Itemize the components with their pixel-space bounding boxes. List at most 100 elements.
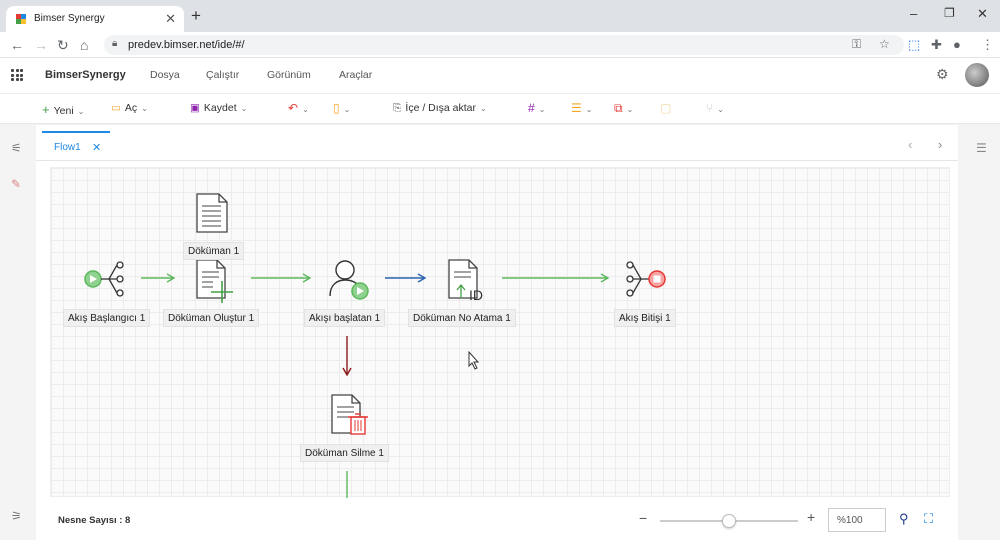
menu-tools[interactable]: Araçlar bbox=[339, 69, 372, 81]
lock-button[interactable]: ▢ bbox=[660, 101, 671, 115]
left-sidebar: ⚟ ✎ ⚞ bbox=[0, 125, 36, 540]
home-icon[interactable]: ⌂ bbox=[80, 37, 88, 53]
main-toolbar: + Yeni ⌄ ▭ Aç ⌄ ▣ Kaydet ⌄ ↶ ⌄ ▯ ⌄ ⎘ İçe / Dışa a… bbox=[0, 94, 1000, 124]
app-header: BimserSynergy Dosya Çalıştır Görünüm Ara… bbox=[0, 58, 1000, 94]
menu-view[interactable]: Görünüm bbox=[267, 69, 311, 81]
undo-icon: ↶ bbox=[288, 101, 299, 115]
browser-address-bar: ← → ↻ ⌂ 🔒︎ predev.bimser.net/ide/#/ ⚿ ☆ … bbox=[0, 32, 1000, 58]
lock-icon[interactable]: 🔒︎ bbox=[112, 38, 117, 49]
zoom-level-input[interactable]: %100 bbox=[828, 508, 886, 532]
profile-icon[interactable]: ● bbox=[953, 37, 961, 52]
open-button[interactable]: ▭ Aç ⌄ bbox=[111, 102, 148, 114]
arrange-button[interactable]: ⧉ ⌄ bbox=[614, 101, 633, 116]
key-icon[interactable]: ⚿ bbox=[852, 37, 861, 52]
new-label: Yeni bbox=[53, 105, 74, 117]
tools-icon[interactable]: ⚟ bbox=[11, 141, 22, 155]
document-id-icon[interactable]: ID bbox=[448, 259, 483, 303]
close-tab-icon[interactable]: ✕ bbox=[165, 11, 176, 27]
browser-tab-strip: Bimser Synergy ✕ + – ❐ ✕ bbox=[0, 0, 1000, 32]
chevron-down-icon: ⌄ bbox=[240, 104, 248, 113]
import-export-label: İçe / Dışa aktar bbox=[405, 102, 477, 114]
node-label-document[interactable]: Döküman 1 bbox=[183, 242, 245, 260]
extensions-icon[interactable]: ✚ bbox=[931, 37, 942, 53]
grid-icon: # bbox=[528, 101, 535, 115]
clipboard-button[interactable]: ▯ ⌄ bbox=[333, 101, 350, 115]
settings-sliders-icon[interactable]: ⚞ bbox=[11, 509, 22, 523]
new-button[interactable]: + Yeni ⌄ bbox=[42, 102, 84, 117]
import-export-icon: ⎘ bbox=[393, 102, 402, 114]
import-export-button[interactable]: ⎘ İçe / Dışa aktar ⌄ bbox=[393, 102, 487, 115]
save-button[interactable]: ▣ Kaydet ⌄ bbox=[190, 102, 247, 114]
start-node-icon[interactable] bbox=[84, 261, 124, 297]
node-label-flow-initiator[interactable]: Akışı başlatan 1 bbox=[304, 309, 386, 327]
node-label-document-delete[interactable]: Döküman Silme 1 bbox=[300, 444, 389, 462]
window-minimize-button[interactable]: – bbox=[910, 6, 917, 21]
connector-start-create[interactable] bbox=[141, 273, 176, 283]
document-create-icon[interactable] bbox=[196, 259, 233, 303]
folder-icon: ▭ bbox=[111, 102, 121, 114]
lock-icon: ▢ bbox=[660, 101, 672, 115]
window-maximize-button[interactable]: ❐ bbox=[944, 6, 955, 20]
browser-tab[interactable]: Bimser Synergy ✕ bbox=[6, 6, 184, 32]
tab-flow1[interactable]: Flow1 ✕ bbox=[42, 131, 110, 160]
document-delete-icon[interactable] bbox=[331, 394, 368, 435]
chevron-down-icon: ⌄ bbox=[77, 107, 85, 116]
zoom-in-button[interactable]: + bbox=[807, 509, 815, 525]
palette-icon[interactable]: ✎ bbox=[11, 177, 21, 191]
window-close-button[interactable]: ✕ bbox=[977, 6, 988, 22]
node-label-end[interactable]: Akış Bitişi 1 bbox=[614, 309, 676, 327]
plus-icon: + bbox=[42, 102, 50, 117]
arrange-icon: ⧉ bbox=[614, 101, 623, 115]
close-icon[interactable]: ✕ bbox=[92, 141, 101, 154]
url-text: predev.bimser.net/ide/#/ bbox=[128, 39, 245, 51]
save-disk-icon: ▣ bbox=[190, 102, 200, 114]
user-avatar[interactable] bbox=[965, 63, 989, 87]
zoom-slider-thumb[interactable] bbox=[722, 514, 736, 528]
node-label-document-create[interactable]: Döküman Oluştur 1 bbox=[163, 309, 260, 327]
align-button[interactable]: ☰ ⌄ bbox=[571, 101, 592, 115]
grid-button[interactable]: # ⌄ bbox=[528, 101, 545, 115]
forward-icon[interactable]: → bbox=[34, 37, 48, 53]
clipboard-icon: ▯ bbox=[333, 101, 340, 115]
app-launcher-icon[interactable] bbox=[11, 69, 23, 81]
mouse-cursor-icon bbox=[468, 350, 480, 370]
settings-gear-icon[interactable]: ⚙ bbox=[936, 66, 949, 83]
reload-icon[interactable]: ↻ bbox=[57, 37, 69, 54]
url-input[interactable]: 🔒︎ predev.bimser.net/ide/#/ ⚿ ☆ bbox=[104, 35, 904, 55]
connector-create-initiator[interactable] bbox=[251, 273, 312, 283]
chevron-right-icon[interactable]: › bbox=[938, 137, 942, 152]
connector-numbering-end[interactable] bbox=[502, 273, 610, 283]
chevron-down-icon: ⌄ bbox=[343, 105, 351, 114]
back-icon[interactable]: ← bbox=[10, 37, 24, 53]
fit-to-screen-icon[interactable]: ⛶ bbox=[924, 511, 933, 527]
align-icon: ☰ bbox=[571, 101, 582, 115]
bookmark-star-icon[interactable]: ☆ bbox=[879, 37, 890, 51]
node-label-start[interactable]: Akış Başlangıcı 1 bbox=[63, 309, 151, 327]
status-bar: Nesne Sayısı : 8 − + %100 ⚲ ⛶ bbox=[36, 500, 958, 540]
zoom-out-button[interactable]: − bbox=[639, 510, 647, 526]
connector-button[interactable]: ⑂ ⌄ bbox=[706, 101, 724, 115]
save-label: Kaydet bbox=[203, 102, 237, 114]
document-icon[interactable] bbox=[196, 193, 228, 233]
chevron-left-icon[interactable]: ‹ bbox=[908, 137, 912, 152]
connector-initiator-delete[interactable] bbox=[342, 336, 352, 377]
flow-canvas[interactable]: ID Döküman 1 Akış Başlangıcı 1 Döküman O… bbox=[50, 167, 950, 498]
end-node-icon[interactable] bbox=[626, 261, 666, 297]
new-tab-icon[interactable]: + bbox=[191, 6, 201, 26]
flow-diagram: ID bbox=[84, 193, 666, 498]
flow-initiator-user-icon[interactable] bbox=[329, 260, 369, 300]
chevron-down-icon: ⌄ bbox=[717, 105, 724, 114]
undo-button[interactable]: ↶ ⌄ bbox=[288, 101, 309, 115]
translate-icon[interactable]: ⬚ bbox=[908, 37, 920, 53]
connector-initiator-numbering[interactable] bbox=[385, 273, 427, 283]
chevron-down-icon: ⌄ bbox=[302, 105, 309, 114]
menu-run[interactable]: Çalıştır bbox=[206, 69, 239, 81]
browser-menu-icon[interactable]: ⋮ bbox=[981, 37, 994, 53]
node-label-document-numbering[interactable]: Döküman No Atama 1 bbox=[408, 309, 516, 327]
zoom-search-icon[interactable]: ⚲ bbox=[899, 511, 909, 527]
chevron-down-icon: ⌄ bbox=[141, 104, 148, 113]
chevron-down-icon: ⌄ bbox=[585, 105, 593, 114]
properties-list-icon[interactable]: ☰ bbox=[976, 141, 987, 155]
menu-file[interactable]: Dosya bbox=[150, 69, 180, 81]
svg-text:ID: ID bbox=[469, 287, 483, 303]
